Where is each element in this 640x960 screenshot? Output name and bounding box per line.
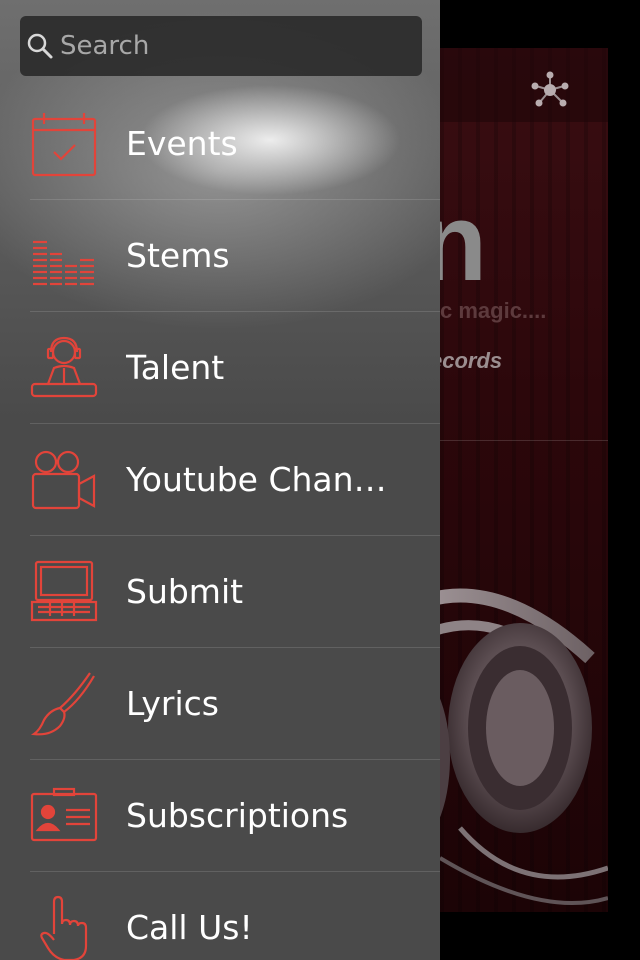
- video-camera-icon: [30, 446, 98, 514]
- id-card-icon: [30, 782, 98, 850]
- dj-icon: [30, 334, 98, 402]
- menu-item-label: Youtube Chan…: [126, 460, 387, 499]
- menu-item-label: Call Us!: [126, 908, 253, 947]
- menu-item-lyrics[interactable]: Lyrics: [30, 648, 440, 760]
- equalizer-icon: [30, 222, 98, 290]
- search-input[interactable]: [54, 18, 422, 74]
- divider: [440, 440, 608, 441]
- menu-item-label: Stems: [126, 236, 230, 275]
- app-tagline: c magic....: [440, 298, 547, 323]
- menu-item-submit[interactable]: Submit: [30, 536, 440, 648]
- menu-item-talent[interactable]: Talent: [30, 312, 440, 424]
- search-icon: [27, 33, 53, 59]
- menu-item-stems[interactable]: Stems: [30, 200, 440, 312]
- laptop-icon: [30, 558, 98, 626]
- menu-item-subscriptions[interactable]: Subscriptions: [30, 760, 440, 872]
- drawer-menu: Events Stems Talent Youtube Chan… Submit…: [0, 88, 440, 960]
- menu-item-call-us[interactable]: Call Us!: [30, 872, 440, 960]
- menu-item-label: Submit: [126, 572, 244, 611]
- side-drawer: Events: [0, 0, 440, 960]
- menu-item-label: Events: [126, 124, 238, 163]
- menu-item-youtube[interactable]: Youtube Chan…: [30, 424, 440, 536]
- share-network-icon[interactable]: [528, 68, 572, 112]
- menu-item-label: Subscriptions: [126, 796, 349, 835]
- calendar-icon: [30, 110, 98, 178]
- paintbrush-icon: [30, 670, 98, 738]
- menu-item-label: Talent: [126, 348, 225, 387]
- pointing-hand-icon: [30, 894, 98, 960]
- menu-item-events[interactable]: Events: [30, 88, 440, 200]
- menu-item-label: Lyrics: [126, 684, 219, 723]
- search-bar[interactable]: [20, 16, 422, 76]
- app-record-label: ecords: [430, 348, 503, 373]
